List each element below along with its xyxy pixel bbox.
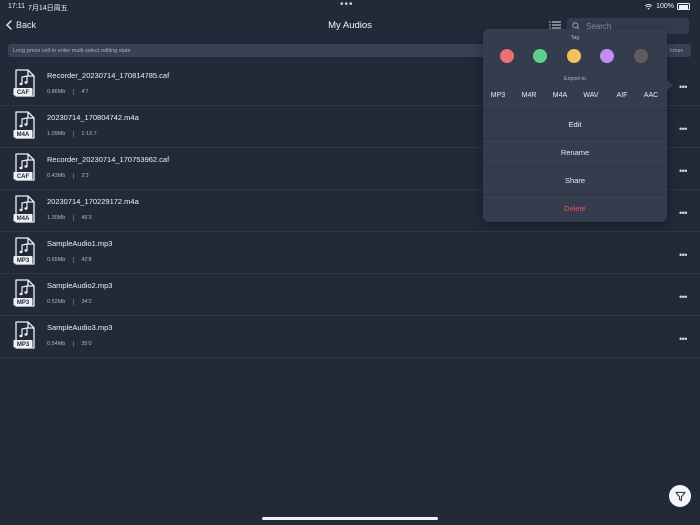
file-duration: 42'8	[81, 257, 92, 263]
file-duration: 4'7	[81, 89, 89, 95]
file-meta: 0.65Mb 42'8	[47, 257, 92, 263]
export-format-aif[interactable]: AIF	[609, 92, 635, 99]
file-type-badge: MP3	[17, 300, 30, 306]
meta-divider	[73, 257, 75, 263]
file-meta: 1.09Mb 1:13.7	[47, 131, 97, 137]
meta-divider	[73, 299, 75, 305]
more-options-icon[interactable]: •••	[679, 82, 687, 92]
more-options-icon[interactable]: •••	[679, 166, 687, 176]
file-type-badge: CAF	[17, 174, 30, 180]
status-date: 7月14日周五	[28, 5, 68, 12]
file-name: SampleAudio1.mp3	[47, 239, 113, 248]
file-duration: 34'2	[81, 299, 92, 305]
export-format-m4a[interactable]: M4A	[547, 92, 573, 99]
more-options-icon[interactable]: •••	[679, 292, 687, 302]
file-meta: 0.52Mb 34'2	[47, 299, 92, 305]
file-options-popover: Tag Export to MP3 M4R M4A WAV AIF AAC Edit Re…	[483, 29, 673, 222]
file-meta: 0.54Mb 35'0	[47, 341, 92, 347]
export-format-m4r[interactable]: M4R	[516, 92, 542, 99]
audio-file-icon: M4A	[13, 111, 35, 139]
tag-color-2[interactable]	[533, 49, 547, 63]
meta-divider	[73, 131, 75, 137]
file-duration: 46'3	[81, 215, 92, 221]
file-name: SampleAudio2.mp3	[47, 281, 113, 290]
home-indicator[interactable]	[262, 517, 438, 520]
tag-color-4[interactable]	[600, 49, 614, 63]
file-size: 0.86Mb	[47, 89, 66, 95]
share-button[interactable]: Share	[483, 166, 667, 194]
file-name: Recorder_20230714_170753962.caf	[47, 155, 170, 164]
meta-divider	[73, 173, 75, 179]
hint-text: Long press cell to enter multi-select ed…	[13, 47, 131, 54]
hint-tail-text: kmsx	[670, 47, 683, 54]
meta-divider	[73, 89, 75, 95]
export-format-row: MP3 M4R M4A WAV AIF AAC	[483, 92, 667, 104]
tag-color-3[interactable]	[567, 49, 581, 63]
multitasking-dots-icon[interactable]: •••	[340, 0, 354, 10]
file-size: 0.65Mb	[47, 257, 66, 263]
export-format-aac[interactable]: AAC	[638, 92, 664, 99]
more-options-icon[interactable]: •••	[679, 208, 687, 218]
tag-color-5[interactable]	[634, 49, 648, 63]
file-name: 20230714_170804742.m4a	[47, 113, 139, 122]
rename-button[interactable]: Rename	[483, 138, 667, 166]
edit-button[interactable]: Edit	[483, 110, 667, 138]
more-options-icon[interactable]: •••	[679, 334, 687, 344]
file-name: 20230714_170229172.m4a	[47, 197, 139, 206]
status-bar: 17:11 7月14日周五 ••• 100%	[0, 0, 700, 14]
filter-icon	[674, 491, 686, 501]
audio-file-icon: MP3	[13, 237, 35, 265]
tag-color-1[interactable]	[500, 49, 514, 63]
audio-file-icon: CAF	[13, 69, 35, 97]
file-type-badge: M4A	[17, 132, 30, 138]
file-row[interactable]: MP3 SampleAudio3.mp3 0.54Mb 35'0 •••	[0, 316, 700, 358]
delete-button[interactable]: Delete	[483, 194, 667, 222]
status-time: 17:11	[8, 3, 25, 10]
file-name: Recorder_20230714_170814785.caf	[47, 71, 170, 80]
battery-icon	[677, 3, 690, 10]
tag-label: Tag	[570, 35, 580, 41]
file-name: SampleAudio3.mp3	[47, 323, 113, 332]
file-type-badge: CAF	[17, 90, 30, 96]
more-options-icon[interactable]: •••	[679, 250, 687, 260]
file-duration: 1:13.7	[81, 131, 97, 137]
export-label: Export to	[563, 76, 586, 82]
meta-divider	[73, 341, 75, 347]
audio-file-icon: M4A	[13, 195, 35, 223]
audio-file-icon: CAF	[13, 153, 35, 181]
filter-button[interactable]	[669, 485, 691, 507]
file-size: 0.52Mb	[47, 299, 66, 305]
file-row[interactable]: MP3 SampleAudio2.mp3 0.52Mb 34'2 •••	[0, 274, 700, 316]
file-type-badge: MP3	[17, 342, 30, 348]
file-size: 0.54Mb	[47, 341, 66, 347]
file-type-badge: MP3	[17, 258, 30, 264]
meta-divider	[73, 215, 75, 221]
file-row[interactable]: MP3 SampleAudio1.mp3 0.65Mb 42'8 •••	[0, 232, 700, 274]
list-view-icon[interactable]	[549, 21, 561, 29]
file-meta: 0.86Mb 4'7	[47, 89, 89, 95]
audio-file-icon: MP3	[13, 279, 35, 307]
audio-file-icon: MP3	[13, 321, 35, 349]
file-size: 0.43Mb	[47, 173, 66, 179]
export-format-mp3[interactable]: MP3	[485, 92, 511, 99]
file-duration: 2'3	[81, 173, 89, 179]
file-size: 1.09Mb	[47, 131, 66, 137]
wifi-icon	[644, 3, 653, 10]
file-meta: 0.43Mb 2'3	[47, 173, 89, 179]
file-duration: 35'0	[81, 341, 92, 347]
file-size: 1.30Mb	[47, 215, 66, 221]
file-meta: 1.30Mb 46'3	[47, 215, 92, 221]
file-type-badge: M4A	[17, 216, 30, 222]
battery-percent: 100%	[656, 3, 674, 10]
tag-color-row	[483, 49, 667, 63]
export-format-wav[interactable]: WAV	[578, 92, 604, 99]
more-options-icon[interactable]: •••	[679, 124, 687, 134]
